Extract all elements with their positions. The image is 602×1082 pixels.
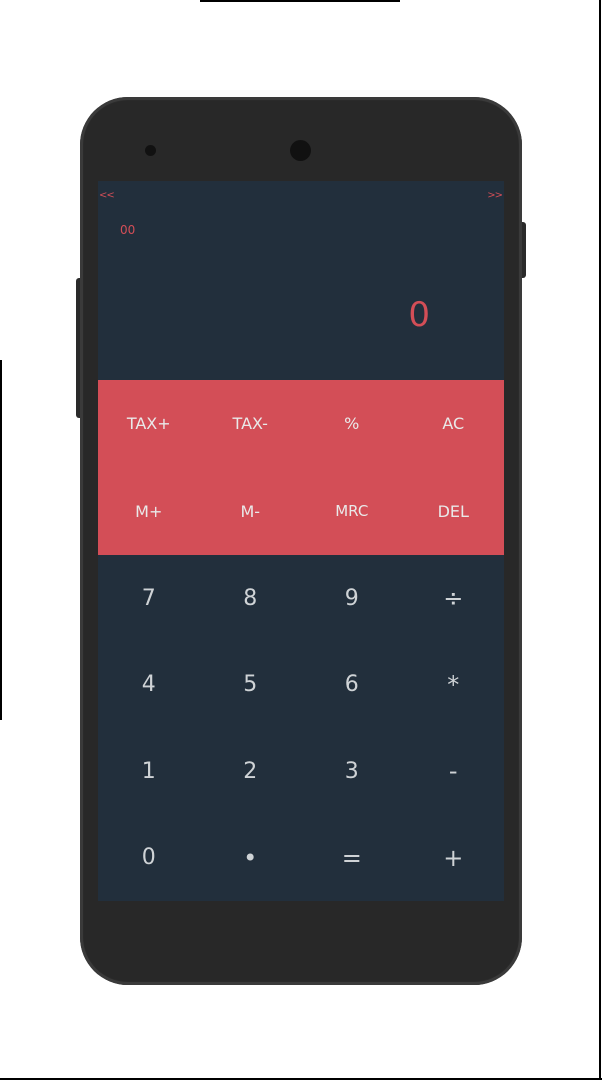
frame-line-left [0,360,2,720]
tax-plus-button[interactable]: TAX+ [98,380,200,468]
memory-recall-clear-button[interactable]: MRC [301,468,403,556]
divide-button[interactable]: ÷ [403,555,505,642]
digit-7-button[interactable]: 7 [98,555,200,642]
tax-minus-button[interactable]: TAX- [200,380,302,468]
proximity-sensor [145,145,156,156]
result-display: 0 [408,295,430,335]
digit-8-button[interactable]: 8 [200,555,302,642]
add-button[interactable]: + [403,815,505,902]
digit-4-button[interactable]: 4 [98,642,200,729]
memory-indicator: 00 [120,223,136,237]
calculator-screen: << >> 00 0 TAX+ TAX-% AC M+ M- MRC DEL 7 8 9 ÷ 4 5 6… [98,181,504,901]
digit-0-button[interactable]: 0 [98,815,200,902]
frame-line-bottom [0,1078,602,1080]
digit-5-button[interactable]: 5 [200,642,302,729]
digit-3-button[interactable]: 3 [301,728,403,815]
percent-button[interactable]: % [301,380,403,468]
delete-button[interactable]: DEL [403,468,505,556]
equals-button[interactable]: = [301,815,403,902]
memory-plus-button[interactable]: M+ [98,468,200,556]
number-keypad: 7 8 9 ÷ 4 5 6 * 1 2 3- 0 • = + [98,555,504,901]
frame-line-right [599,0,601,1080]
digit-6-button[interactable]: 6 [301,642,403,729]
digit-9-button[interactable]: 9 [301,555,403,642]
multiply-button[interactable]: * [403,642,505,729]
frame-line-top [200,0,400,2]
page: << >> 00 0 TAX+ TAX-% AC M+ M- MRC DEL 7 8 9 ÷ 4 5 6… [0,0,602,1082]
memory-minus-button[interactable]: M- [200,468,302,556]
all-clear-button[interactable]: AC [403,380,505,468]
decimal-point-button[interactable]: • [200,815,302,902]
subtract-button[interactable]: - [403,728,505,815]
previous-nav-button[interactable]: << [99,190,115,201]
front-camera [290,140,311,161]
function-keypad: TAX+ TAX-% AC M+ M- MRC DEL [98,380,504,555]
digit-1-button[interactable]: 1 [98,728,200,815]
digit-2-button[interactable]: 2 [200,728,302,815]
next-nav-button[interactable]: >> [487,190,503,201]
